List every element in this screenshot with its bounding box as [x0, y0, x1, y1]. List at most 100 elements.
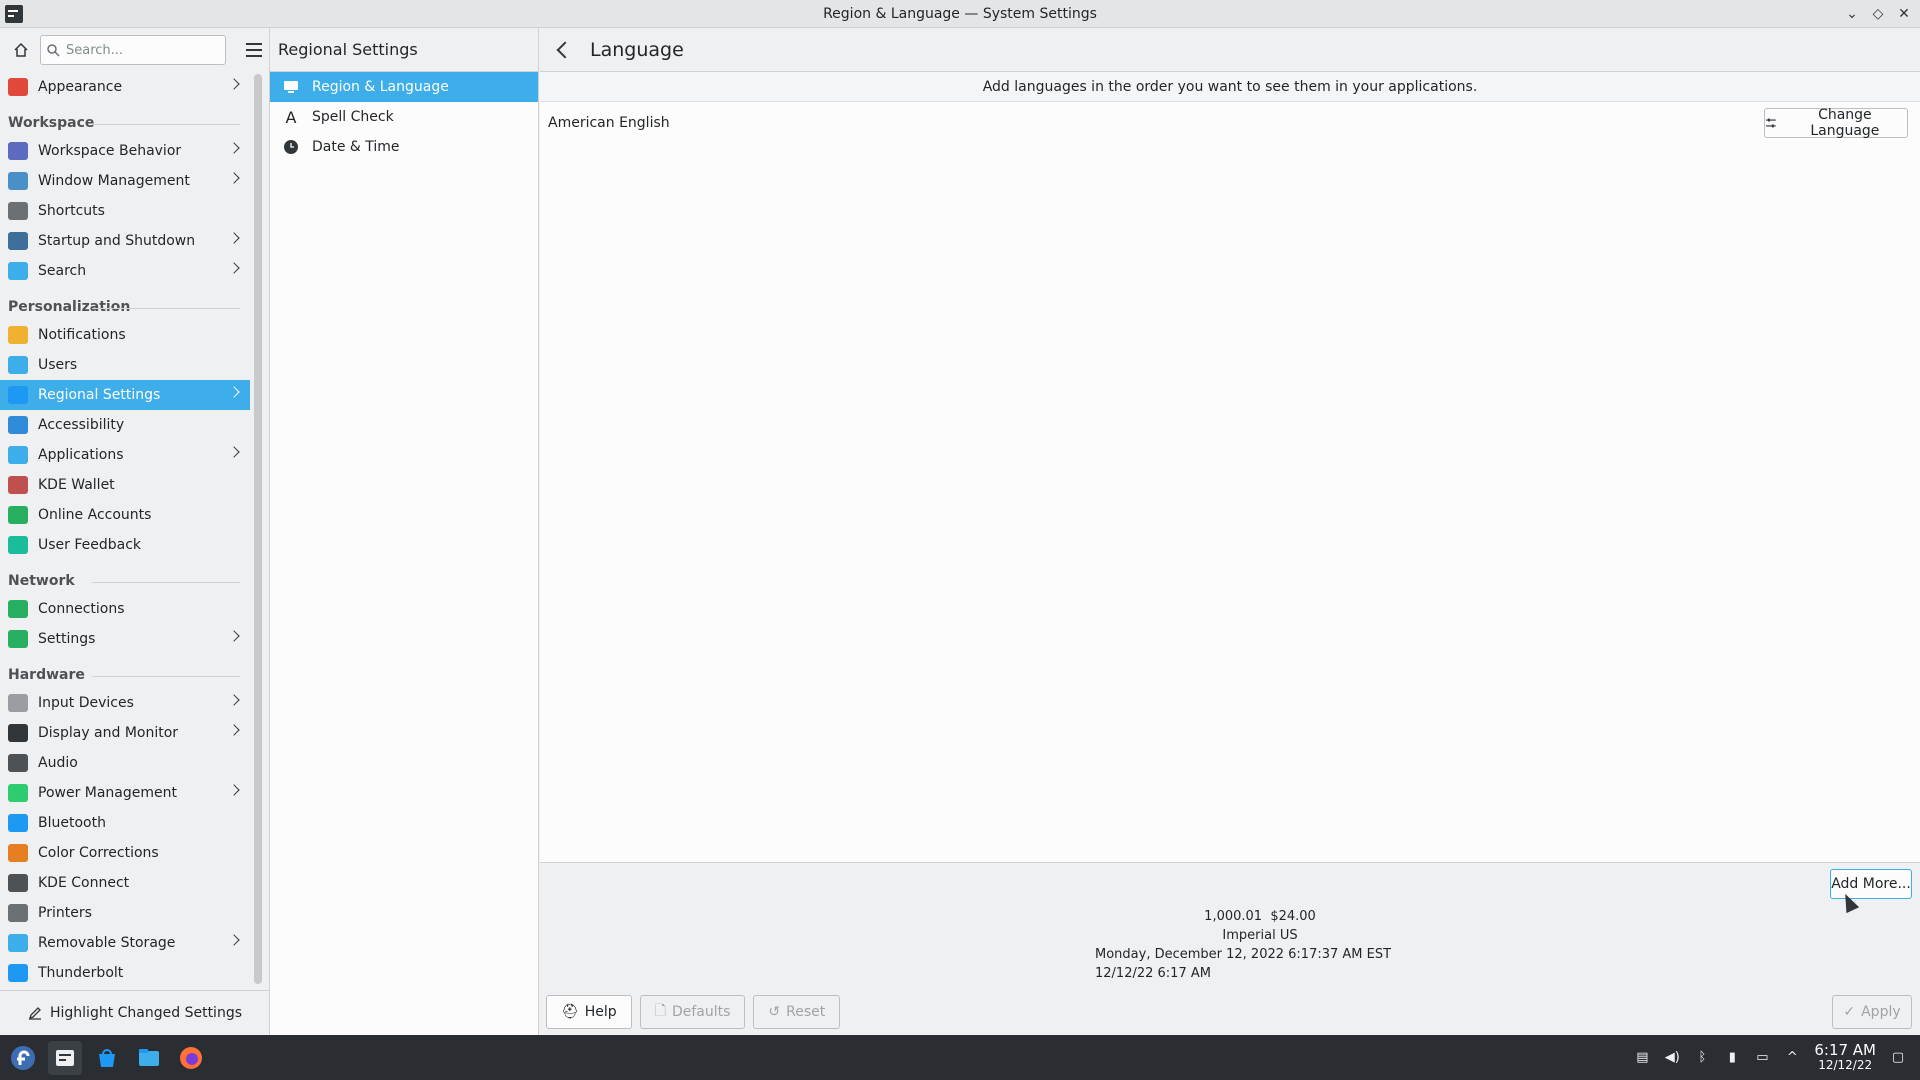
clock-icon — [282, 138, 300, 156]
mouse-icon — [8, 694, 28, 712]
help-label: Help — [584, 1004, 617, 1020]
sidebar-scrollbar[interactable] — [254, 74, 262, 984]
regional-settings-icon — [8, 386, 28, 404]
sidebar-item-display-and-monitor[interactable]: Display and Monitor — [0, 718, 250, 748]
sidebar-item-accessibility[interactable]: Accessibility — [0, 410, 250, 440]
online-accounts-icon — [8, 506, 28, 524]
usb-device-icon[interactable]: ▮ — [1724, 1050, 1740, 1066]
sidebar-item-workspace-behavior[interactable]: Workspace Behavior — [0, 136, 250, 166]
sidebar-item-users[interactable]: Users — [0, 350, 250, 380]
sidebar-item-label: Power Management — [38, 785, 178, 801]
help-button[interactable]: ⛑ Help — [546, 995, 632, 1029]
sidebar-item-removable-storage[interactable]: Removable Storage — [0, 928, 250, 958]
sidebar-item-label: KDE Connect — [38, 875, 130, 891]
sidebar-item-color-corrections[interactable]: Color Corrections — [0, 838, 250, 868]
color-corrections-icon — [8, 844, 28, 862]
network-icon[interactable]: ▭ — [1754, 1050, 1770, 1066]
sidebar-item-label: Accessibility — [38, 417, 125, 433]
system-tray: ▤ ◀) ᛒ ▮ ▭ ^ 6:17 AM 12/12/22 ▢ — [1634, 1035, 1920, 1080]
chevron-right-icon — [228, 446, 240, 458]
sidebar-item-kde-connect[interactable]: KDE Connect — [0, 868, 250, 898]
sidebar-item-regional-settings[interactable]: Regional Settings — [0, 380, 250, 410]
sidebar-item-startup-and-shutdown[interactable]: Startup and Shutdown — [0, 226, 250, 256]
sidebar-item-label: Color Corrections — [38, 845, 159, 861]
mid-item-region-language[interactable]: Region & Language — [270, 72, 538, 102]
sidebar-item-input-devices[interactable]: Input Devices — [0, 688, 250, 718]
minimize-icon[interactable]: ⌄ — [1842, 4, 1862, 24]
volume-icon[interactable]: ◀) — [1664, 1050, 1680, 1066]
preview-area: Add More... 1,000.01 $24.00 Imperial US … — [540, 862, 1920, 1035]
sidebar-item-connections[interactable]: Connections — [0, 594, 250, 624]
hamburger-menu-icon[interactable] — [246, 39, 268, 61]
document-icon: 🗋 — [654, 1003, 666, 1019]
sidebar-item-bluetooth[interactable]: Bluetooth — [0, 808, 250, 838]
home-button[interactable] — [10, 39, 32, 61]
maximize-icon[interactable]: ◇ — [1868, 4, 1888, 24]
apply-button[interactable]: ✓ Apply — [1832, 995, 1912, 1029]
search-icon — [47, 43, 60, 57]
sidebar-item-settings[interactable]: Settings — [0, 624, 250, 654]
close-icon[interactable]: ✕ — [1894, 4, 1914, 24]
search-input[interactable] — [66, 42, 216, 58]
discover-store-icon[interactable] — [90, 1041, 124, 1075]
mid-item-label: Date & Time — [312, 139, 400, 155]
show-desktop-icon[interactable]: ▢ — [1890, 1050, 1906, 1066]
sidebar-item-online-accounts[interactable]: Online Accounts — [0, 500, 250, 530]
file-manager-icon[interactable] — [132, 1041, 166, 1075]
reset-button[interactable]: ↺ Reset — [753, 995, 841, 1029]
sidebar-item-audio[interactable]: Audio — [0, 748, 250, 778]
sidebar-item-window-management[interactable]: Window Management — [0, 166, 250, 196]
tray-expand-icon[interactable]: ^ — [1784, 1050, 1800, 1066]
applications-icon — [8, 446, 28, 464]
locale-preview: 1,000.01 $24.00 Imperial US Monday, Dece… — [1095, 907, 1425, 983]
sidebar-item-shortcuts[interactable]: Shortcuts — [0, 196, 250, 226]
clock-time: 6:17 AM — [1814, 1040, 1876, 1059]
clock-widget[interactable]: 6:17 AM 12/12/22 — [1814, 1040, 1876, 1073]
wallet-icon — [8, 476, 28, 494]
region-language-icon — [282, 78, 300, 96]
sidebar-item-search[interactable]: Search — [0, 256, 250, 286]
pencil-icon — [28, 1007, 41, 1020]
mid-item-spell-check[interactable]: A Spell Check — [270, 102, 538, 132]
fedora-launcher-icon[interactable] — [6, 1041, 40, 1075]
system-settings-app-icon[interactable] — [5, 5, 23, 23]
speaker-icon — [8, 754, 28, 772]
highlight-changed-settings-label: Highlight Changed Settings — [49, 1005, 242, 1021]
sidebar-item-notifications[interactable]: Notifications — [0, 320, 250, 350]
mid-item-label: Region & Language — [312, 79, 449, 95]
page-title: Language — [590, 38, 684, 61]
sidebar-item-user-feedback[interactable]: User Feedback — [0, 530, 250, 560]
power-icon — [8, 784, 28, 802]
search-field[interactable] — [40, 35, 226, 65]
sidebar-item-kde-wallet[interactable]: KDE Wallet — [0, 470, 250, 500]
mid-item-date-time[interactable]: Date & Time — [270, 132, 538, 162]
sidebar-section-header: Hardware — [0, 654, 250, 688]
defaults-button[interactable]: 🗋 Defaults — [639, 995, 746, 1029]
search-icon — [8, 262, 28, 280]
chevron-right-icon — [228, 630, 240, 642]
window-title: Region & Language — System Settings — [823, 5, 1097, 22]
section-header-label: Workspace — [8, 115, 95, 131]
apply-label: Apply — [1861, 1004, 1901, 1020]
sidebar-item-applications[interactable]: Applications — [0, 440, 250, 470]
chevron-right-icon — [228, 724, 240, 736]
window-titlebar[interactable]: Region & Language — System Settings ⌄ ◇ … — [0, 0, 1920, 28]
highlight-changed-settings-button[interactable]: Highlight Changed Settings — [0, 990, 270, 1035]
sidebar-item-printers[interactable]: Printers — [0, 898, 250, 928]
change-language-button[interactable]: Change Language — [1764, 107, 1908, 139]
sidebar-item-label: Search — [38, 263, 87, 279]
sidebar-item-thunderbolt[interactable]: Thunderbolt — [0, 958, 250, 988]
sidebar-item-label: Printers — [38, 905, 92, 921]
sidebar-item-label: KDE Wallet — [38, 477, 115, 493]
section-header-label: Network — [8, 573, 75, 589]
chevron-right-icon — [228, 172, 240, 184]
back-arrow-icon[interactable] — [552, 40, 572, 60]
sidebar-item-power-management[interactable]: Power Management — [0, 778, 250, 808]
system-settings-task-icon[interactable] — [48, 1040, 82, 1075]
firefox-icon[interactable] — [174, 1041, 208, 1075]
connections-icon — [8, 600, 28, 618]
sidebar-item-appearance[interactable]: Appearance — [0, 72, 250, 102]
bluetooth-icon[interactable]: ᛒ — [1694, 1050, 1710, 1066]
clipboard-icon[interactable]: ▤ — [1634, 1050, 1650, 1066]
language-list-item[interactable]: American English Change Language — [540, 102, 1920, 144]
